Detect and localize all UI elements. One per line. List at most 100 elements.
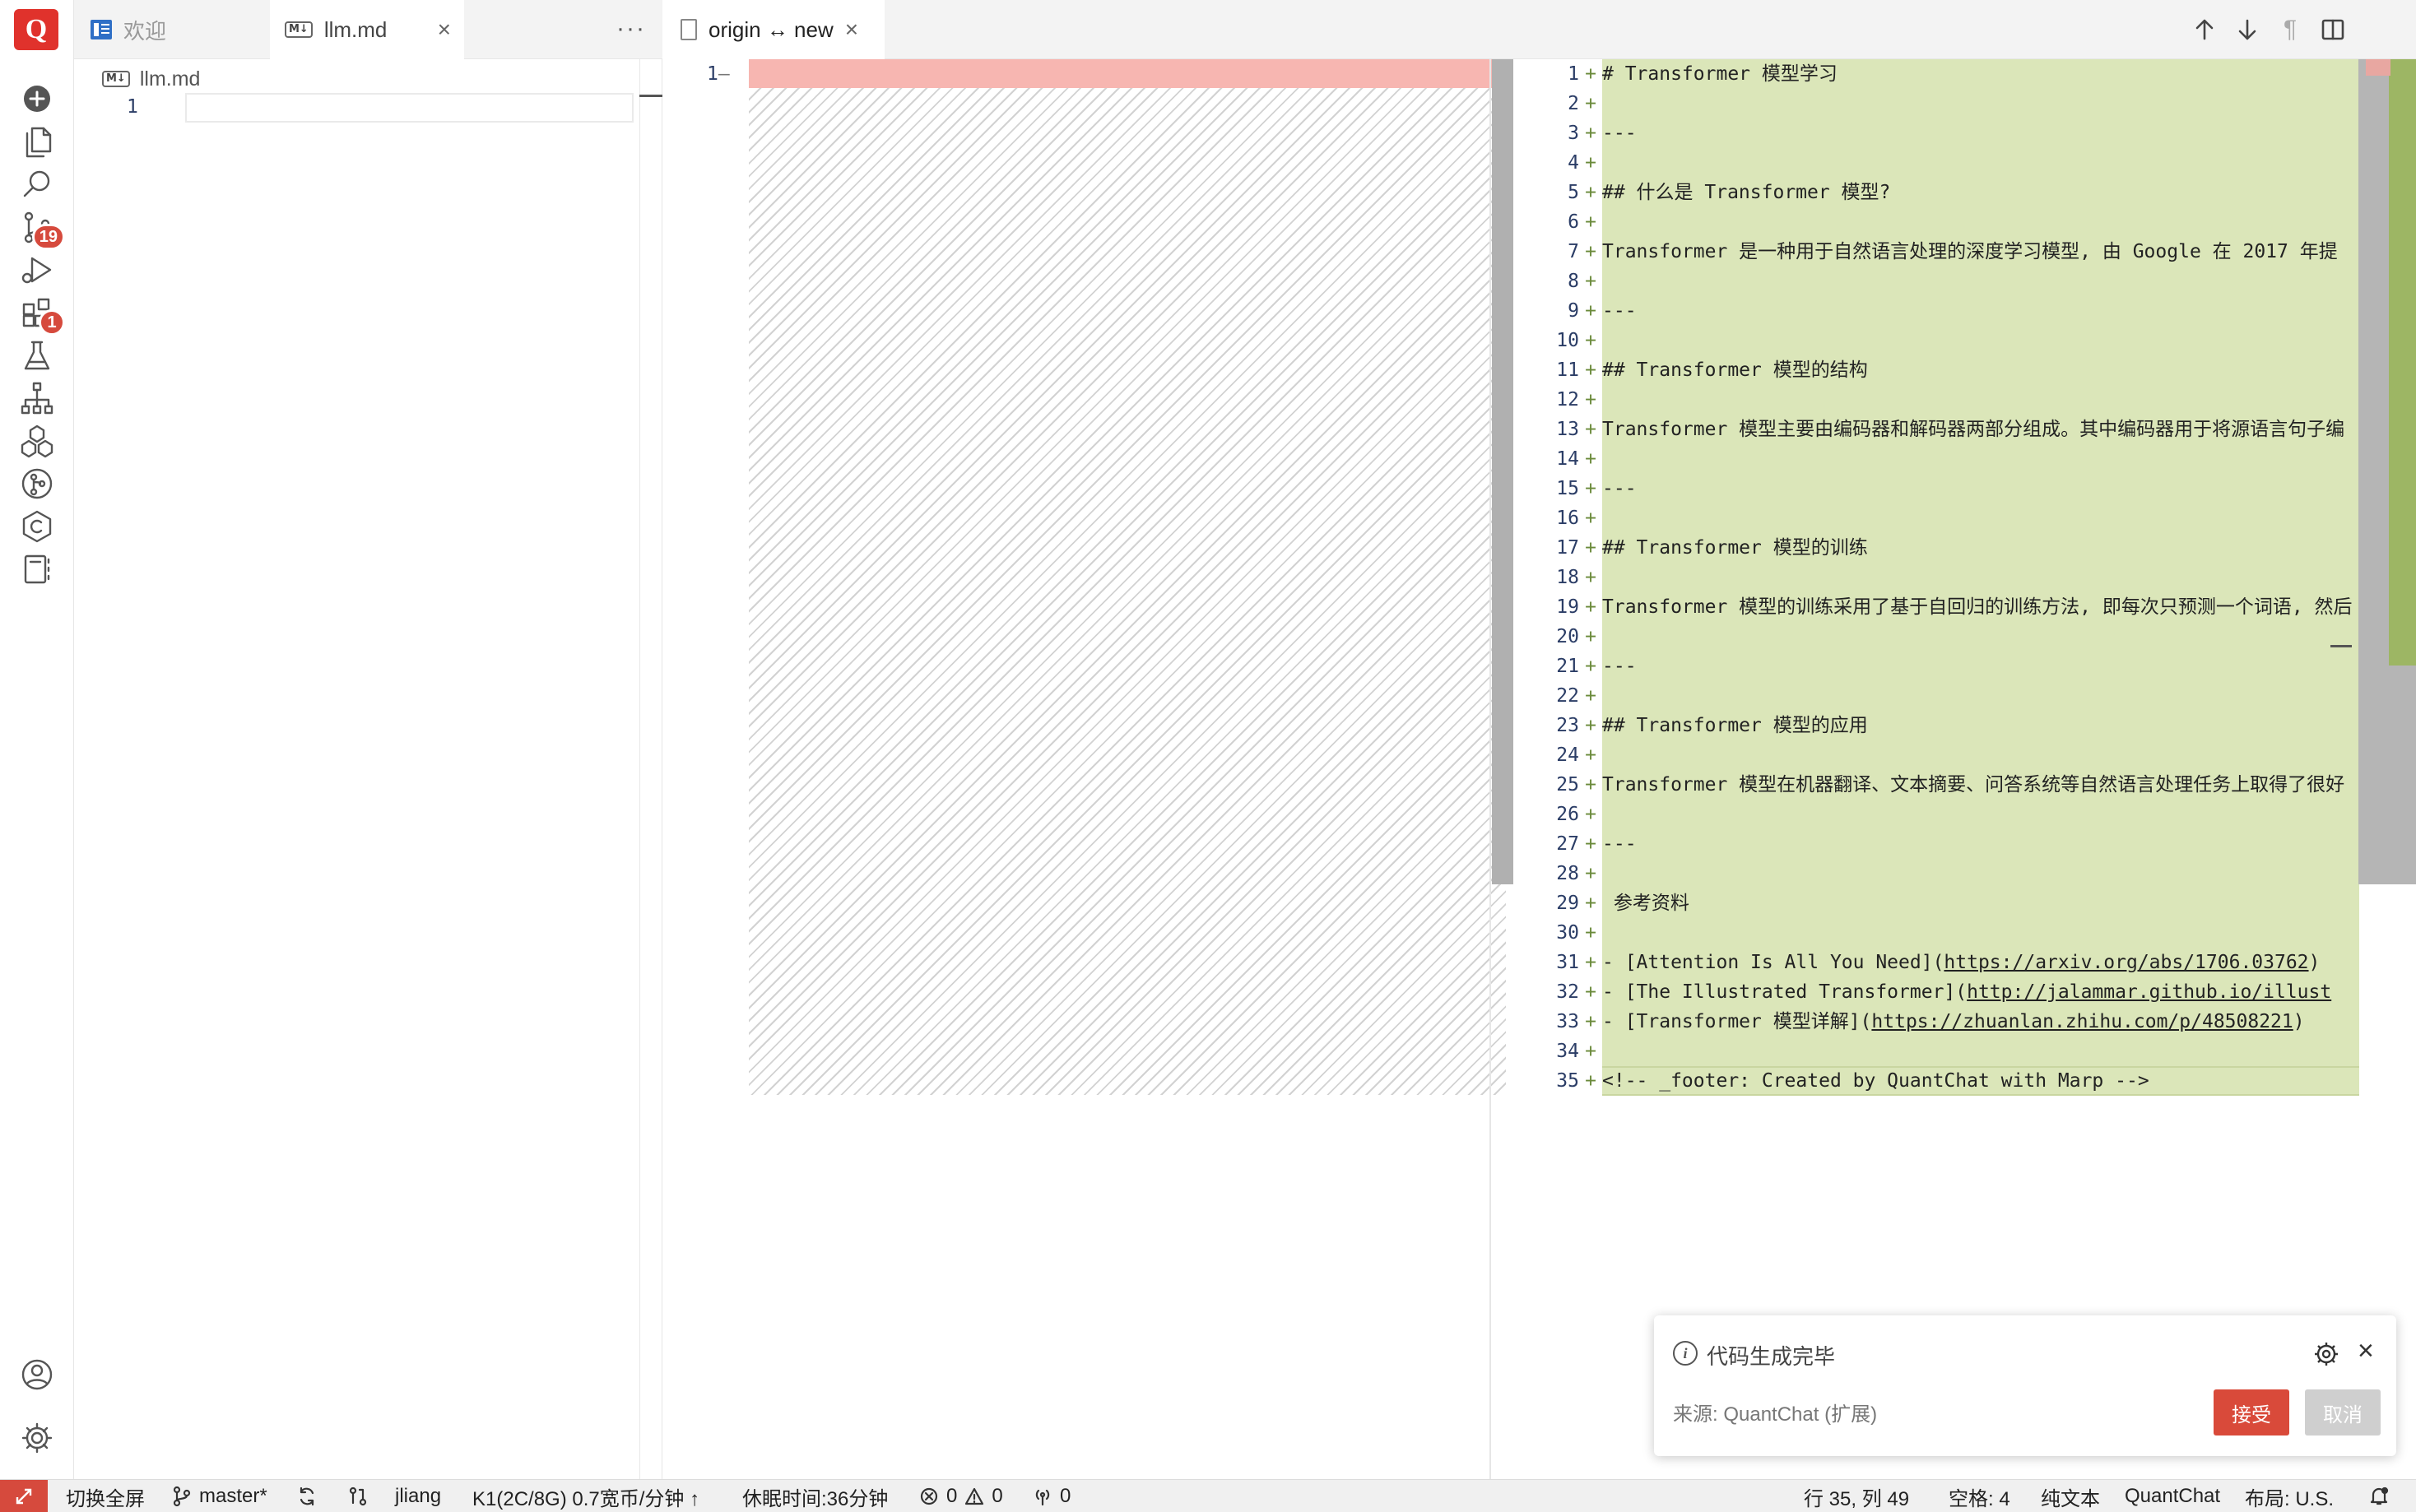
language-mode-status[interactable]: 纯文本 (2041, 1480, 2100, 1512)
notifications-button[interactable] (2368, 1480, 2390, 1512)
testing-button[interactable] (12, 331, 62, 380)
diff-line[interactable]: 32 + - [The Illustrated Transformer](http:… (1513, 977, 2377, 1007)
welcome-icon (91, 20, 112, 39)
keyboard-layout-status[interactable]: 布局: U.S. (2245, 1480, 2334, 1512)
diff-line[interactable]: 31 + - [Attention Is All You Need](https:/… (1513, 948, 2377, 977)
search-icon (23, 170, 50, 197)
diff-line[interactable]: 4 + (1513, 148, 2377, 178)
hierarchy-button[interactable] (12, 373, 62, 423)
diff-line[interactable]: 3 + --- (1513, 118, 2377, 148)
close-tab-icon[interactable]: × (438, 16, 451, 43)
tab-diff[interactable]: origin ↔ new × (662, 0, 885, 59)
line-text: ## Transformer 模型的训练 (1602, 533, 1868, 563)
pilcrow-icon: ¶ (2283, 16, 2298, 43)
user-status[interactable]: jliang (395, 1480, 441, 1512)
problems-status[interactable]: 0 0 (918, 1480, 1003, 1512)
line-number: 1 (127, 96, 138, 118)
link-url[interactable]: https://arxiv.org/abs/1706.03762 (1944, 952, 2308, 973)
current-line-highlight[interactable] (185, 93, 634, 123)
remote-icon (16, 1488, 32, 1505)
deleted-line-highlight (749, 59, 1494, 88)
new-chat-button[interactable] (12, 28, 62, 77)
sync-button[interactable] (296, 1480, 318, 1512)
git-user-button[interactable] (347, 1480, 369, 1512)
notification-settings-button[interactable] (2312, 1340, 2340, 1368)
inserted-marker: + (1585, 241, 1596, 262)
markdown-icon: M↓ (102, 71, 130, 87)
diff-line[interactable]: 22 + (1513, 681, 2377, 711)
settings-button[interactable] (12, 1413, 62, 1463)
diff-line[interactable]: 26 + (1513, 800, 2377, 829)
more-actions-button[interactable]: ··· (616, 15, 646, 43)
branch-status[interactable]: master* (171, 1480, 267, 1512)
line-text-content: ## Transformer 模型的应用 (1602, 715, 1868, 736)
diff-line[interactable]: 16 + (1513, 503, 2377, 533)
diff-line[interactable]: 14 + (1513, 444, 2377, 474)
tab-welcome[interactable]: 欢迎 (74, 0, 270, 59)
breadcrumb-file[interactable]: llm.md (140, 67, 201, 91)
link-url[interactable]: https://zhuanlan.zhihu.com/p/48508221 (1871, 1011, 2293, 1032)
diff-line[interactable]: 35 + <!-- _footer: Created by QuantChat wi… (1513, 1066, 2377, 1096)
diff-line[interactable]: 10 + (1513, 326, 2377, 355)
explorer-button[interactable] (12, 117, 62, 166)
diff-line[interactable]: 30 + (1513, 918, 2377, 948)
diff-line[interactable]: 7 + Transformer 是一种用于自然语言处理的深度学习模型, 由 Goog… (1513, 237, 2377, 267)
diff-line[interactable]: 1 + # Transformer 模型学习 (1513, 59, 2377, 89)
diff-line[interactable]: 2 + (1513, 89, 2377, 118)
diff-line[interactable]: 34 + (1513, 1037, 2377, 1066)
diff-line[interactable]: 23 + ## Transformer 模型的应用 (1513, 711, 2377, 740)
diff-line[interactable]: 6 + (1513, 207, 2377, 237)
modified-pane[interactable]: 1 + # Transformer 模型学习 2 +3 + --- 4 +5 + ## 什么是 Tr… (1513, 59, 2416, 1479)
copyright-button[interactable] (12, 502, 62, 551)
diff-line[interactable]: 25 + Transformer 模型在机器翻译、文本摘要、问答系统等自然语言处理任… (1513, 770, 2377, 800)
diff-line[interactable]: 21 + --- (1513, 652, 2377, 681)
tab-llm-md[interactable]: M↓ llm.md × (270, 0, 464, 59)
extensions-button[interactable]: 1 (12, 288, 65, 337)
toggle-fullscreen-button[interactable]: 切换全屏 (66, 1480, 145, 1512)
diff-line[interactable]: 5 + ## 什么是 Transformer 模型? (1513, 178, 2377, 207)
diff-line[interactable]: 11 + ## Transformer 模型的结构 (1513, 355, 2377, 385)
remote-indicator-button[interactable] (0, 1480, 48, 1512)
link-url[interactable]: http://jalammar.github.io/illust (1967, 981, 2331, 1003)
accept-button[interactable]: 接受 (2214, 1389, 2289, 1435)
breadcrumb[interactable]: M↓ llm.md (102, 66, 200, 92)
extension-status[interactable]: QuantChat (2125, 1480, 2220, 1512)
search-button[interactable] (12, 160, 62, 209)
split-editor-button[interactable] (2316, 13, 2349, 46)
previous-change-button[interactable] (2188, 13, 2221, 46)
close-tab-icon[interactable]: × (845, 16, 858, 43)
diff-line[interactable]: 9 + --- (1513, 296, 2377, 326)
diff-line[interactable]: 12 + (1513, 385, 2377, 415)
diff-line[interactable]: 27 + --- (1513, 829, 2377, 859)
indentation-status[interactable]: 空格: 4 (1949, 1480, 2010, 1512)
toggle-whitespace-button[interactable]: ¶ (2274, 13, 2307, 46)
diff-line[interactable]: 18 + (1513, 563, 2377, 592)
diff-line[interactable]: 24 + (1513, 740, 2377, 770)
diff-line[interactable]: 15 + --- (1513, 474, 2377, 503)
account-button[interactable] (12, 1350, 62, 1399)
source-control-button[interactable]: 19 (12, 202, 65, 252)
diff-line[interactable]: 29 + 参考资料 (1513, 888, 2377, 918)
sleep-timer-status[interactable]: 休眠时间:36分钟 (742, 1480, 888, 1512)
cancel-button[interactable]: 取消 (2305, 1389, 2381, 1435)
line-text-content: 参考资料 (1602, 893, 1689, 914)
ports-status[interactable]: 0 (1032, 1480, 1071, 1512)
cursor-position-status[interactable]: 行 35, 列 49 (1804, 1480, 1909, 1512)
diff-line[interactable]: 8 + (1513, 267, 2377, 296)
diff-line[interactable]: 13 + Transformer 模型主要由编码器和解码器两部分组成。其中编码器用于… (1513, 415, 2377, 444)
original-scrollbar[interactable] (1492, 59, 1513, 884)
diff-line[interactable]: 19 + Transformer 模型的训练采用了基于自回归的训练方法, 即每次只预… (1513, 592, 2377, 622)
close-notification-button[interactable]: × (2358, 1335, 2374, 1367)
git-graph-button[interactable] (12, 459, 62, 508)
diff-line[interactable]: 17 + ## Transformer 模型的训练 (1513, 533, 2377, 563)
notebook-button[interactable] (12, 545, 62, 594)
add-button[interactable] (12, 74, 62, 123)
diff-line[interactable]: 28 + (1513, 859, 2377, 888)
diff-line[interactable]: 33 + - [Transformer 模型详解](https://zhuanlan… (1513, 1007, 2377, 1037)
packages-button[interactable] (12, 416, 62, 466)
diff-line[interactable]: 20 + (1513, 622, 2377, 652)
run-debug-button[interactable] (12, 245, 62, 295)
resource-status[interactable]: K1(2C/8G) 0.7宽币/分钟 ↑ (472, 1480, 699, 1512)
original-pane[interactable]: 1— (662, 59, 1513, 1479)
next-change-button[interactable] (2231, 13, 2264, 46)
